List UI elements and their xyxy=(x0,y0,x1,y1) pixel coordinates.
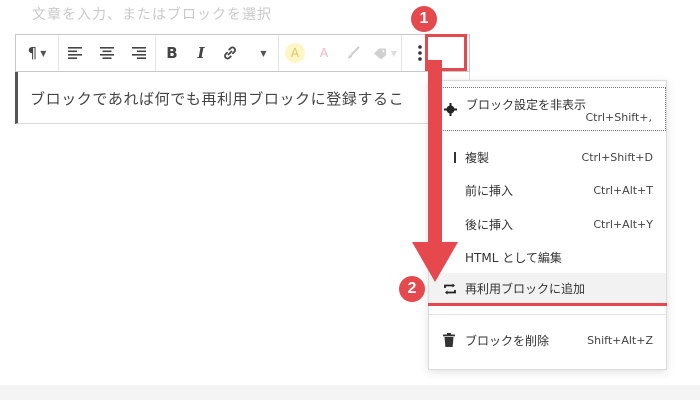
menu-item-label: 後に挿入 xyxy=(465,217,514,232)
brush-button[interactable] xyxy=(337,35,369,71)
align-left-button[interactable] xyxy=(59,35,91,71)
align-right-button[interactable] xyxy=(123,35,155,71)
align-left-icon xyxy=(68,47,82,59)
menu-item-shortcut: Ctrl+Shift+, xyxy=(585,111,652,124)
menu-item-duplicate[interactable]: 複製 Ctrl+Shift+D xyxy=(429,144,666,170)
text-color-button[interactable]: A xyxy=(311,35,337,71)
down-arrow-annotation xyxy=(412,60,458,282)
tag-icon xyxy=(373,48,386,59)
menu-item-label: 前に挿入 xyxy=(465,183,514,198)
highlight-underline xyxy=(428,303,667,306)
step-badge-1: 1 xyxy=(411,6,437,32)
block-options-menu: ブロック設定を非表示 Ctrl+Shift+, 複製 Ctrl+Shift+D … xyxy=(428,80,667,370)
menu-item-add-reusable[interactable]: 再利用ブロックに追加 xyxy=(429,273,666,304)
block-type-button[interactable]: ¶ ▼ xyxy=(16,35,58,71)
menu-item-remove-block[interactable]: ブロックを削除 Shift+Alt+Z xyxy=(429,327,666,353)
bold-button[interactable]: B xyxy=(156,35,188,71)
menu-divider xyxy=(429,314,666,315)
italic-button[interactable]: I xyxy=(188,35,214,71)
menu-item-insert-after[interactable]: 後に挿入 Ctrl+Alt+Y xyxy=(429,211,666,237)
align-center-button[interactable] xyxy=(91,35,123,71)
menu-item-hide-settings[interactable]: ブロック設定を非表示 Ctrl+Shift+, xyxy=(429,87,666,131)
paragraph-content[interactable]: ブロックであれば何でも再利用ブロックに登録するこ xyxy=(30,88,425,109)
chevron-down-icon: ▼ xyxy=(390,48,398,58)
link-button[interactable] xyxy=(214,35,246,71)
menu-item-edit-html[interactable]: HTML として編集 xyxy=(429,244,666,270)
block-type-group: ¶ ▼ xyxy=(16,35,59,71)
menu-item-label: ブロック設定を非表示 xyxy=(466,98,587,112)
chevron-down-icon: ▼ xyxy=(260,48,267,58)
format-group: B I ▼ xyxy=(156,35,279,71)
footer-bar xyxy=(0,385,700,400)
menu-item-shortcut: Ctrl+Shift+D xyxy=(581,150,653,164)
highlight-icon: A xyxy=(285,43,305,63)
menu-item-label: 再利用ブロックに追加 xyxy=(465,282,586,296)
pilcrow-icon: ¶ xyxy=(27,44,38,62)
menu-item-label: ブロックを削除 xyxy=(465,333,550,348)
more-rich-text-button[interactable]: ▼ xyxy=(246,35,278,71)
step-badge-2: 2 xyxy=(399,276,425,302)
align-right-icon xyxy=(132,47,146,59)
highlight-button[interactable]: A xyxy=(279,35,311,71)
vertical-ellipsis-icon xyxy=(418,45,422,61)
menu-item-shortcut: Ctrl+Alt+Y xyxy=(593,217,653,231)
block-toolbar: ¶ ▼ B I ▼ A A ▼ xyxy=(15,34,470,72)
chevron-down-icon: ▼ xyxy=(40,48,47,58)
align-center-icon xyxy=(100,47,114,59)
editor-placeholder: 文章を入力、またはブロックを選択 xyxy=(32,7,272,23)
link-icon xyxy=(224,46,236,60)
menu-item-shortcut: Ctrl+Alt+T xyxy=(593,183,653,197)
menu-item-label: HTML として編集 xyxy=(465,250,562,265)
align-group xyxy=(59,35,156,71)
menu-item-label: 複製 xyxy=(465,150,490,165)
brush-icon xyxy=(348,46,360,59)
color-group: A A ▼ xyxy=(279,35,402,71)
menu-item-shortcut: Shift+Alt+Z xyxy=(587,333,653,347)
trash-icon xyxy=(443,333,455,347)
text-color-icon: A xyxy=(319,46,329,60)
menu-item-insert-before[interactable]: 前に挿入 Ctrl+Alt+T xyxy=(429,177,666,203)
tag-button[interactable]: ▼ xyxy=(369,35,401,71)
